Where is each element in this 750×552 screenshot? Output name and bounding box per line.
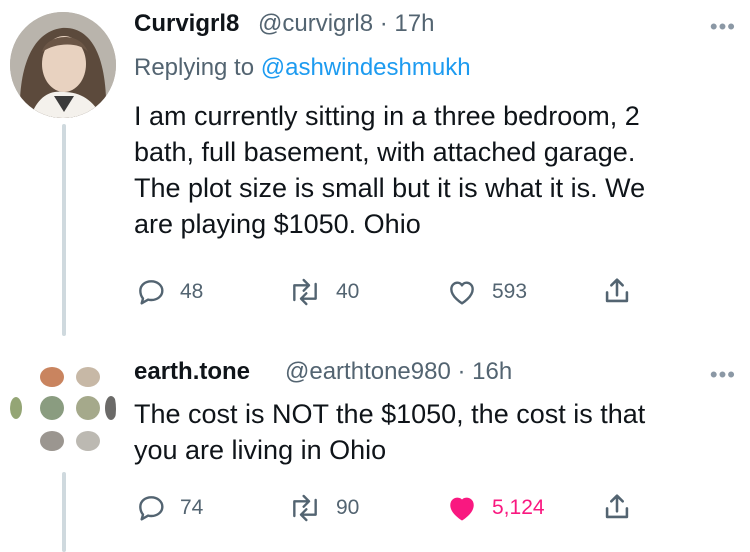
- reply-icon: [139, 280, 164, 305]
- reply-button[interactable]: 74: [134, 492, 203, 524]
- reply-count: 74: [180, 496, 204, 519]
- like-count: 593: [492, 280, 528, 303]
- thread-line: [62, 124, 66, 336]
- display-name[interactable]: Curvigrl8: [134, 10, 239, 38]
- share-icon: [605, 278, 629, 303]
- retweet-button[interactable]: 40: [286, 276, 359, 308]
- replying-to: Replying to @ashwindeshmukh: [134, 54, 471, 82]
- tweet-earthtone[interactable]: earth.tone @earthtone980 · 16h ••• The c…: [0, 336, 750, 552]
- display-name[interactable]: earth.tone: [134, 358, 250, 386]
- tweet-text: The cost is NOT the $1050, the cost is t…: [134, 399, 646, 465]
- heart-filled-icon: [450, 497, 474, 521]
- handle-and-time[interactable]: @earthtone980 · 16h: [285, 358, 512, 386]
- retweet-button[interactable]: 90: [286, 492, 359, 524]
- thread-line: [62, 472, 66, 552]
- avatar-dot-pattern: [10, 367, 116, 451]
- heart-icon: [450, 281, 474, 305]
- more-options-icon[interactable]: •••: [710, 362, 736, 388]
- reply-icon: [139, 496, 164, 521]
- reply-mention-link[interactable]: @ashwindeshmukh: [261, 54, 471, 81]
- replying-to-label: Replying to: [134, 54, 261, 81]
- retweet-count: 40: [336, 280, 360, 303]
- reply-count: 48: [180, 280, 204, 303]
- like-count: 5,124: [492, 496, 545, 519]
- retweet-count: 90: [336, 496, 360, 519]
- tweet-curvigrl8[interactable]: Curvigrl8 @curvigrl8 · 17h ••• Replying …: [0, 0, 750, 336]
- share-button[interactable]: [600, 274, 634, 308]
- reply-button[interactable]: 48: [134, 276, 203, 308]
- handle-and-time[interactable]: @curvigrl8 · 17h: [258, 10, 434, 38]
- share-icon: [605, 494, 629, 519]
- retweet-icon: [293, 494, 317, 522]
- like-button[interactable]: 593: [444, 276, 527, 308]
- like-button[interactable]: 5,124: [444, 492, 545, 524]
- more-options-icon[interactable]: •••: [710, 14, 736, 40]
- avatar-photo: [10, 12, 116, 118]
- share-button[interactable]: [600, 490, 634, 524]
- tweet-text: I am currently sitting in a three bedroo…: [134, 101, 646, 239]
- avatar[interactable]: [10, 356, 116, 462]
- avatar[interactable]: [10, 12, 116, 118]
- retweet-icon: [293, 278, 317, 306]
